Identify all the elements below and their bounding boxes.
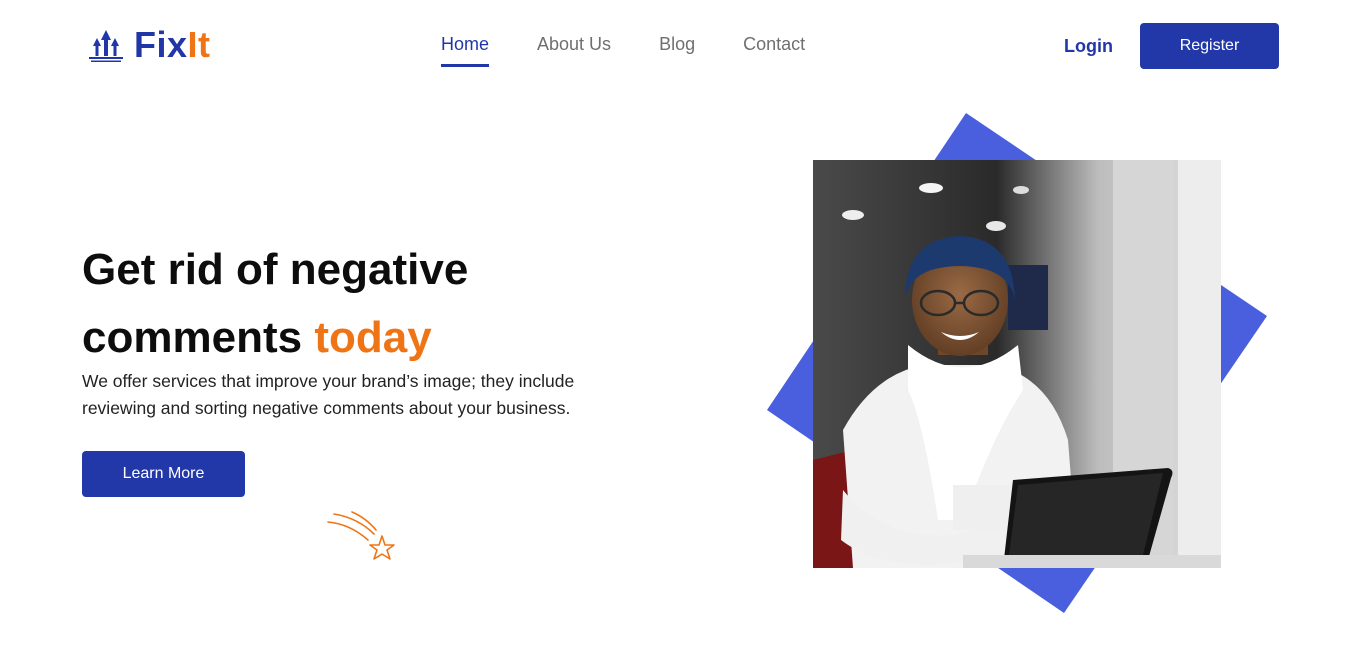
hero-title-accent: today xyxy=(314,313,432,362)
brand-name-part2: It xyxy=(187,24,211,65)
brand-logo[interactable]: FixIt xyxy=(86,26,211,64)
hero-title: Get rid of negative comments today xyxy=(82,236,602,372)
hero-photo xyxy=(813,160,1221,568)
nav-item-blog[interactable]: Blog xyxy=(659,33,695,67)
learn-more-button[interactable]: Learn More xyxy=(82,451,245,497)
main-nav: Home About Us Blog Contact xyxy=(441,33,805,67)
nav-item-home[interactable]: Home xyxy=(441,33,490,67)
register-button[interactable]: Register xyxy=(1140,23,1279,69)
brand-name: FixIt xyxy=(134,26,211,64)
hero-title-line1: Get rid of negative xyxy=(82,245,469,294)
brand-name-part1: Fix xyxy=(134,24,188,65)
login-link[interactable]: Login xyxy=(1064,35,1113,57)
logo-arrows-icon xyxy=(89,30,123,62)
nav-item-contact[interactable]: Contact xyxy=(743,33,805,67)
shooting-star-icon xyxy=(327,511,395,560)
nav-item-about-us[interactable]: About Us xyxy=(537,33,611,67)
hero-title-line2-prefix: comments xyxy=(82,313,303,362)
hero-subtitle: We offer services that improve your bran… xyxy=(82,371,575,418)
